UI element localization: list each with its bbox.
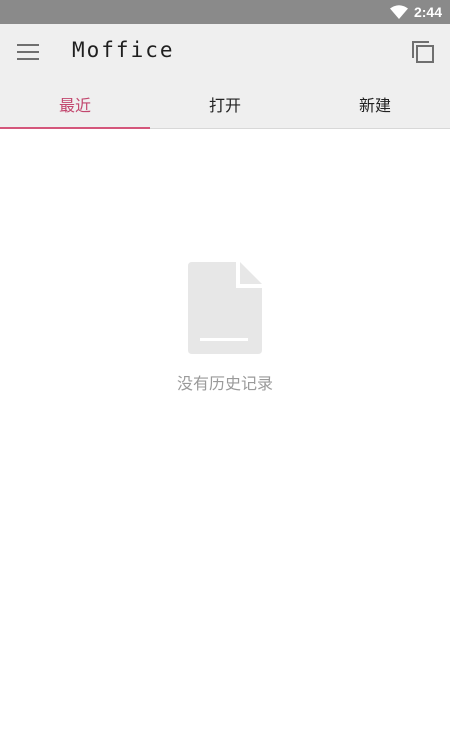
wifi-icon: [389, 5, 408, 19]
tab-recent[interactable]: 最近: [0, 80, 150, 129]
tab-open[interactable]: 打开: [150, 80, 300, 128]
empty-state: 没有历史记录: [0, 262, 450, 394]
menu-button[interactable]: [14, 40, 42, 64]
tab-bar: 最近 打开 新建: [0, 80, 450, 129]
empty-message: 没有历史记录: [176, 374, 273, 393]
copy-icon: [412, 41, 434, 63]
status-bar: 2:44: [0, 0, 450, 24]
menu-icon: [17, 44, 39, 60]
document-icon: [188, 262, 262, 354]
copy-button[interactable]: [410, 39, 436, 65]
app-title: Moffice: [72, 38, 175, 62]
app-bar: Moffice: [0, 24, 450, 80]
tab-new[interactable]: 新建: [300, 80, 450, 128]
status-time: 2:44: [413, 4, 442, 20]
